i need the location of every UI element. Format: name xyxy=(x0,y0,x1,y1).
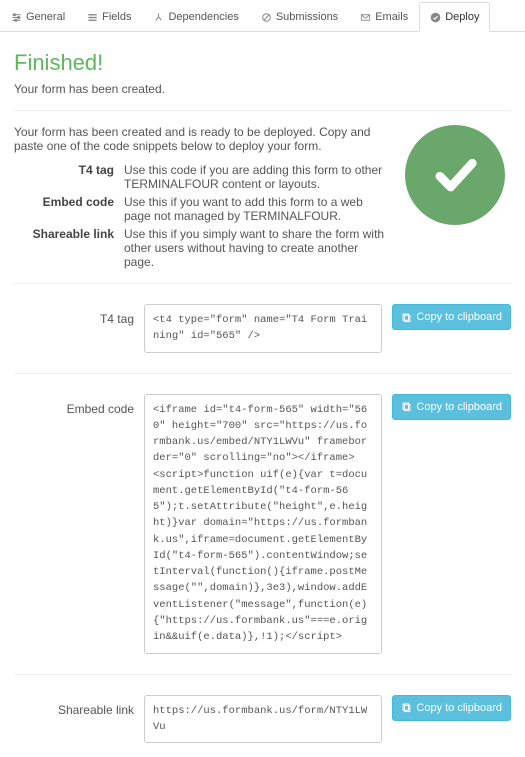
intro-text: Your form has been created and is ready … xyxy=(14,125,391,153)
divider xyxy=(14,373,511,374)
copy-button-label: Copy to clipboard xyxy=(416,311,502,323)
clipboard-icon xyxy=(401,401,412,412)
tab-label: Dependencies xyxy=(168,11,238,23)
code-box-embed[interactable]: <iframe id="t4-form-565" width="560" hei… xyxy=(144,394,382,654)
page-title: Finished! xyxy=(14,50,511,76)
tab-label: General xyxy=(26,11,65,23)
copy-button-label: Copy to clipboard xyxy=(416,401,502,413)
desc-label-t4tag: T4 tag xyxy=(14,163,114,191)
list-icon xyxy=(87,12,98,23)
desc-label-embed: Embed code xyxy=(14,195,114,223)
copy-button-t4tag[interactable]: Copy to clipboard xyxy=(392,304,511,330)
tab-submissions[interactable]: Submissions xyxy=(250,2,349,31)
copy-button-embed[interactable]: Copy to clipboard xyxy=(392,394,511,420)
code-box-t4tag[interactable]: <t4 type="form" name="T4 Form Training" … xyxy=(144,304,382,353)
copy-button-label: Copy to clipboard xyxy=(416,702,502,714)
desc-text-share: Use this if you simply want to share the… xyxy=(124,227,391,269)
desc-text-t4tag: Use this code if you are adding this for… xyxy=(124,163,391,191)
copy-button-share[interactable]: Copy to clipboard xyxy=(392,695,511,721)
circle-slash-icon xyxy=(261,12,272,23)
tab-deploy[interactable]: Deploy xyxy=(419,2,490,32)
check-icon xyxy=(429,148,481,203)
divider xyxy=(14,110,511,111)
snippet-label: Shareable link xyxy=(14,695,134,717)
tab-emails[interactable]: Emails xyxy=(349,2,419,31)
desc-label-share: Shareable link xyxy=(14,227,114,269)
code-box-share[interactable]: https://us.formbank.us/form/NTY1LWVu xyxy=(144,695,382,744)
snippet-row-t4tag: T4 tag <t4 type="form" name="T4 Form Tra… xyxy=(14,298,511,359)
page-subtitle: Your form has been created. xyxy=(14,82,511,96)
branch-icon xyxy=(153,12,164,23)
descriptions-list: T4 tag Use this code if you are adding t… xyxy=(14,163,391,269)
success-badge xyxy=(405,125,505,225)
divider xyxy=(14,674,511,675)
desc-text-embed: Use this if you want to add this form to… xyxy=(124,195,391,223)
tab-dependencies[interactable]: Dependencies xyxy=(142,2,249,31)
snippet-label: Embed code xyxy=(14,394,134,416)
check-circle-icon xyxy=(430,12,441,23)
tab-label: Submissions xyxy=(276,11,338,23)
snippet-label: T4 tag xyxy=(14,304,134,326)
tab-label: Fields xyxy=(102,11,131,23)
tab-label: Emails xyxy=(375,11,408,23)
snippet-row-share: Shareable link https://us.formbank.us/fo… xyxy=(14,689,511,750)
clipboard-icon xyxy=(401,702,412,713)
tabs-bar: General Fields Dependencies Submissions … xyxy=(0,2,525,32)
tab-fields[interactable]: Fields xyxy=(76,2,142,31)
envelope-icon xyxy=(360,12,371,23)
clipboard-icon xyxy=(401,312,412,323)
divider xyxy=(14,283,511,284)
deploy-panel: Finished! Your form has been created. Yo… xyxy=(0,32,525,757)
snippet-row-embed: Embed code <iframe id="t4-form-565" widt… xyxy=(14,388,511,660)
tab-general[interactable]: General xyxy=(0,2,76,31)
tab-label: Deploy xyxy=(445,11,479,23)
sliders-icon xyxy=(11,12,22,23)
